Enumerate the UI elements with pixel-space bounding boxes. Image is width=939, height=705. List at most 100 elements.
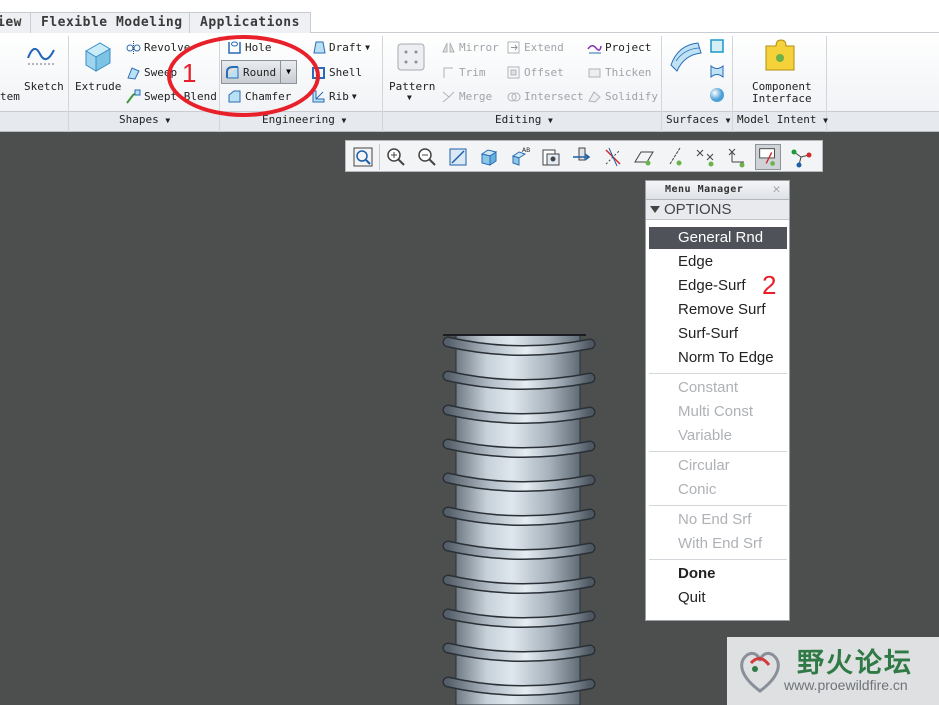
merge-label: Merge	[459, 90, 493, 103]
group-shapes[interactable]: Shapes ▼	[119, 113, 170, 126]
trim-icon	[443, 67, 453, 78]
thicken-icon	[588, 68, 601, 78]
view-manager-icon[interactable]	[538, 144, 564, 170]
group-surfaces[interactable]: Surfaces ▼	[666, 113, 730, 126]
freestyle-sphere-icon[interactable]	[709, 87, 725, 103]
saved-orientations-icon[interactable]: AB	[507, 144, 533, 170]
options-section-header[interactable]: OPTIONS	[646, 200, 789, 220]
zoom-in-icon[interactable]	[383, 144, 409, 170]
swept-blend-icon	[126, 89, 141, 104]
menu-item-multi-const[interactable]: Multi Const	[649, 401, 787, 423]
solidify-button[interactable]: Solidify	[587, 89, 658, 104]
spin-center-icon[interactable]	[788, 144, 814, 170]
pattern-button[interactable]: Pattern	[389, 80, 435, 93]
menu-item-remove-surf[interactable]: Remove Surf	[649, 299, 787, 321]
tab-view[interactable]: iew	[0, 12, 33, 33]
menu-item-variable[interactable]: Variable	[649, 425, 787, 447]
perspective-view-icon[interactable]	[569, 144, 595, 170]
close-icon[interactable]: ✕	[773, 182, 781, 197]
menu-separator	[649, 451, 787, 452]
project-button[interactable]: Project	[587, 40, 651, 55]
group-separator	[661, 36, 662, 132]
extend-button[interactable]: Extend	[506, 40, 564, 55]
group-editing-arrow: ▼	[547, 116, 553, 125]
intersect-label: Intersect	[524, 90, 584, 103]
merge-button[interactable]: Merge	[441, 89, 492, 104]
menu-manager: Menu Manager ✕ OPTIONS General Rnd Edge …	[645, 180, 790, 621]
watermark: 野火论坛 www.proewildfire.cn	[727, 637, 939, 705]
draft-icon	[313, 41, 326, 54]
collapse-triangle-icon	[650, 206, 660, 213]
rib-label: Rib	[329, 90, 349, 103]
svg-text:AB: AB	[522, 147, 530, 154]
menu-item-no-end-srf[interactable]: No End Srf	[649, 509, 787, 531]
merge-icon	[442, 91, 455, 103]
tab-flexible-modeling[interactable]: Flexible Modeling	[30, 12, 194, 33]
refit-icon[interactable]	[350, 144, 376, 170]
group-surfaces-label: Surfaces	[666, 113, 719, 126]
group-separator	[382, 36, 383, 132]
group-model-intent-arrow: ▼	[823, 116, 828, 125]
menu-separator	[649, 373, 787, 374]
draft-dropdown-arrow[interactable]: ▼	[365, 43, 370, 52]
rib-button[interactable]: Rib ▼	[311, 89, 357, 104]
offset-button[interactable]: Offset	[506, 65, 564, 80]
zoom-out-icon[interactable]	[414, 144, 440, 170]
menu-item-circular[interactable]: Circular	[649, 455, 787, 477]
csys-display-icon[interactable]	[724, 144, 750, 170]
draft-button[interactable]: Draft ▼	[311, 40, 370, 55]
sketch-button[interactable]: Sketch	[24, 80, 64, 93]
system-label[interactable]: tem	[0, 90, 20, 103]
trim-label: Trim	[459, 66, 486, 79]
group-separator	[68, 36, 69, 132]
trim-button[interactable]: Trim	[441, 65, 486, 80]
plane-display-icon[interactable]	[631, 144, 657, 170]
style-surface-icon[interactable]	[709, 63, 725, 79]
menu-item-quit[interactable]: Quit	[649, 587, 787, 609]
menu-item-done[interactable]: Done	[649, 563, 787, 585]
spring-model[interactable]	[440, 334, 596, 705]
menu-item-with-end-srf[interactable]: With End Srf	[649, 533, 787, 555]
annotation-step-1: 1	[182, 58, 197, 88]
menu-item-constant[interactable]: Constant	[649, 377, 787, 399]
group-model-intent[interactable]: Model Intent ▼	[737, 113, 828, 126]
offset-icon	[507, 66, 520, 79]
display-style-icon[interactable]	[476, 144, 502, 170]
menu-item-general-rnd[interactable]: General Rnd	[649, 227, 787, 249]
rib-dropdown-arrow[interactable]: ▼	[352, 92, 357, 101]
extrude-button[interactable]: Extrude	[75, 80, 121, 93]
menu-manager-title: Menu Manager	[665, 184, 744, 195]
point-display-icon[interactable]	[693, 144, 719, 170]
watermark-text: 野火论坛	[797, 648, 913, 679]
pattern-icon[interactable]	[395, 41, 427, 73]
axis-display-icon[interactable]	[662, 144, 688, 170]
sweep-icon	[127, 67, 140, 80]
component-interface-icon[interactable]	[764, 38, 796, 72]
group-model-intent-label: Model Intent	[737, 113, 817, 126]
mirror-button[interactable]: Mirror	[441, 40, 499, 55]
menu-item-conic[interactable]: Conic	[649, 479, 787, 501]
fill-surface-icon[interactable]	[710, 39, 724, 53]
offset-label: Offset	[524, 66, 564, 79]
datum-display-filters-icon[interactable]	[600, 144, 626, 170]
extrude-icon[interactable]	[80, 39, 114, 73]
menu-item-norm-to-edge[interactable]: Norm To Edge	[649, 347, 787, 369]
component-interface-label-2[interactable]: Interface	[752, 92, 812, 105]
thicken-button[interactable]: Thicken	[587, 65, 651, 80]
group-engineering[interactable]: Engineering ▼	[262, 113, 346, 126]
menu-item-surf-surf[interactable]: Surf-Surf	[649, 323, 787, 345]
intersect-button[interactable]: Intersect	[506, 89, 584, 104]
pattern-dropdown-arrow[interactable]: ▼	[407, 93, 412, 102]
group-engineering-label: Engineering	[262, 113, 335, 126]
annotation-display-icon[interactable]	[755, 144, 781, 170]
watermark-logo-icon	[740, 651, 780, 693]
sketch-icon[interactable]	[26, 40, 58, 70]
intersect-icon	[507, 92, 521, 102]
draft-label: Draft	[329, 41, 363, 54]
tab-applications[interactable]: Applications	[189, 12, 311, 33]
group-editing[interactable]: Editing ▼	[495, 113, 553, 126]
repaint-icon[interactable]	[445, 144, 471, 170]
boundary-blend-icon[interactable]	[668, 39, 704, 73]
menu-manager-titlebar[interactable]: Menu Manager ✕	[646, 181, 789, 200]
ribbon-tab-bar: iew Flexible Modeling Applications	[0, 0, 939, 33]
